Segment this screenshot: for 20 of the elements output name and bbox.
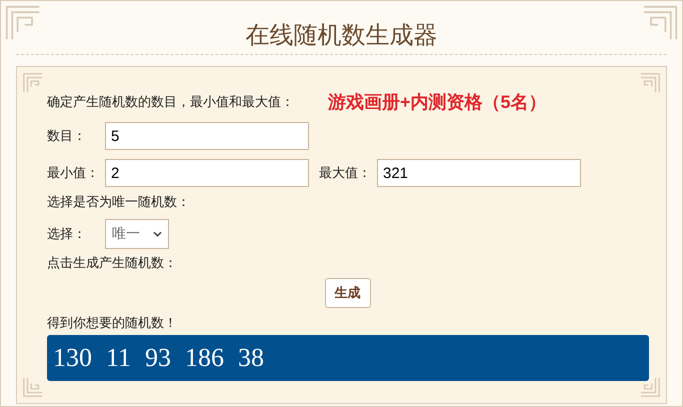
result-number: 130 xyxy=(53,343,92,373)
generate-prompt: 点击生成产生随机数： xyxy=(47,254,178,272)
max-label: 最大值： xyxy=(319,164,372,182)
promo-text: 游戏画册+内测资格（5名） xyxy=(328,91,547,114)
generate-button[interactable]: 生成 xyxy=(324,278,370,308)
max-input[interactable]: 321 xyxy=(377,159,581,187)
instruction-text: 确定产生随机数的数目，最小值和最大值： xyxy=(47,93,294,111)
count-input[interactable]: 5 xyxy=(105,122,309,150)
result-number: 186 xyxy=(185,343,224,373)
result-label: 得到你想要的随机数！ xyxy=(47,314,178,332)
result-number: 93 xyxy=(145,343,172,373)
count-label: 数目： xyxy=(47,127,87,145)
result-number: 38 xyxy=(238,343,264,373)
page-title: 在线随机数生成器 xyxy=(16,1,667,55)
unique-prompt: 选择是否为唯一随机数： xyxy=(47,193,191,211)
result-number: 11 xyxy=(106,343,132,373)
min-input[interactable]: 2 xyxy=(105,159,309,187)
unique-select[interactable]: 唯一 xyxy=(105,219,169,249)
min-label: 最小值： xyxy=(47,164,100,182)
choice-label: 选择： xyxy=(47,225,87,243)
